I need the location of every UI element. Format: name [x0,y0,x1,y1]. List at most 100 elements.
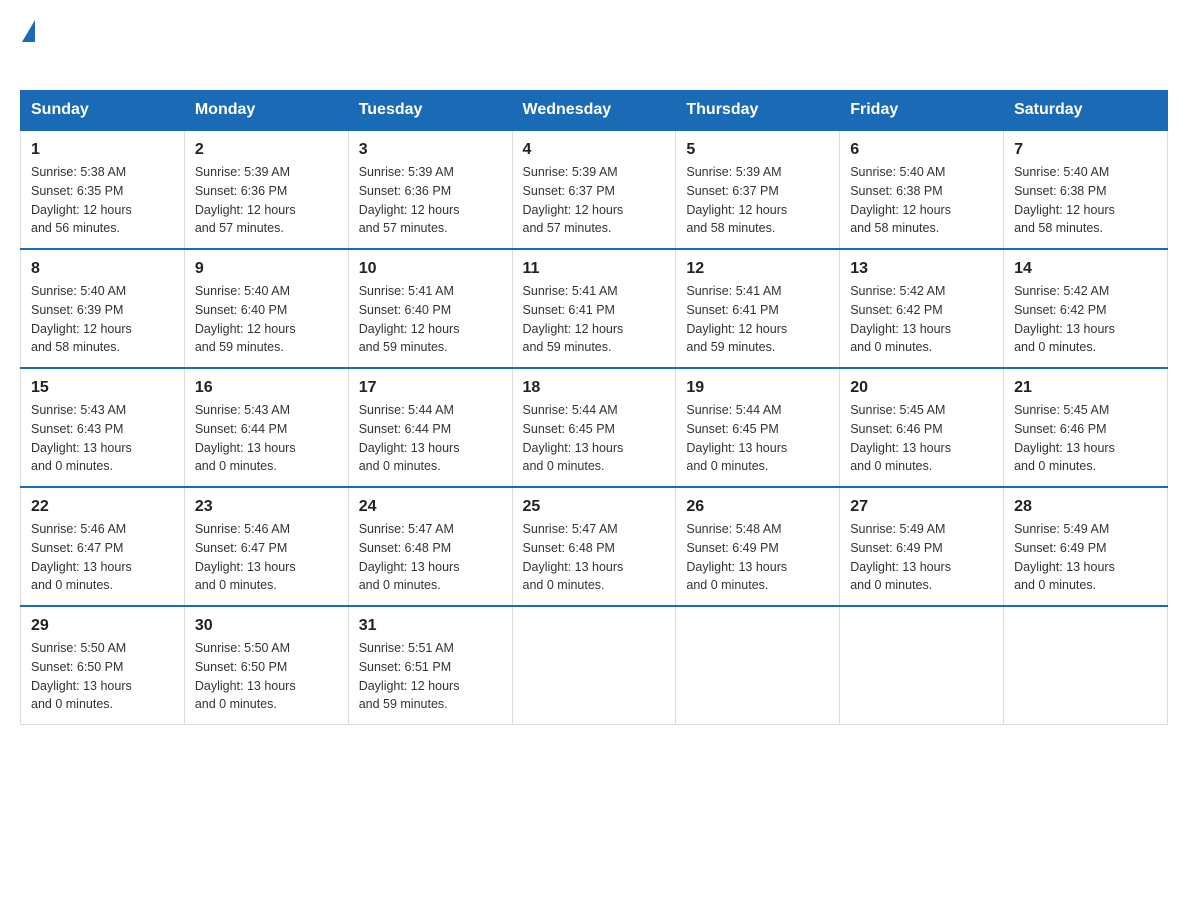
calendar-cell: 6 Sunrise: 5:40 AMSunset: 6:38 PMDaylight… [840,130,1004,249]
calendar-week-row: 15Sunrise: 5:43 AMSunset: 6:43 PMDayligh… [21,368,1168,487]
calendar-header-wednesday: Wednesday [512,91,676,131]
day-info: Sunrise: 5:38 AMSunset: 6:35 PMDaylight:… [31,163,174,238]
day-number: 19 [686,379,829,397]
day-info: Sunrise: 5:47 AMSunset: 6:48 PMDaylight:… [523,520,666,595]
day-info: Sunrise: 5:46 AMSunset: 6:47 PMDaylight:… [195,520,338,595]
day-info: Sunrise: 5:49 AMSunset: 6:49 PMDaylight:… [850,520,993,595]
calendar-cell: 21 Sunrise: 5:45 AMSunset: 6:46 PMDayligh… [1004,368,1168,487]
day-number: 14 [1014,260,1157,278]
calendar-cell: 2Sunrise: 5:39 AMSunset: 6:36 PMDaylight… [184,130,348,249]
day-info: Sunrise: 5:47 AMSunset: 6:48 PMDaylight:… [359,520,502,595]
day-number: 7 [1014,141,1157,159]
day-number: 30 [195,617,338,635]
day-number: 20 [850,379,993,397]
day-number: 8 [31,260,174,278]
day-info: Sunrise: 5:46 AMSunset: 6:47 PMDaylight:… [31,520,174,595]
calendar-header-sunday: Sunday [21,91,185,131]
day-number: 5 [686,141,829,159]
day-info: Sunrise: 5:45 AMSunset: 6:46 PMDaylight:… [1014,401,1157,476]
day-info: Sunrise: 5:44 AMSunset: 6:44 PMDaylight:… [359,401,502,476]
day-info: Sunrise: 5:48 AMSunset: 6:49 PMDaylight:… [686,520,829,595]
day-info: Sunrise: 5:44 AMSunset: 6:45 PMDaylight:… [686,401,829,476]
day-number: 3 [359,141,502,159]
day-info: Sunrise: 5:41 AMSunset: 6:41 PMDaylight:… [523,282,666,357]
calendar-header-saturday: Saturday [1004,91,1168,131]
calendar-cell: 3 Sunrise: 5:39 AMSunset: 6:36 PMDaylight… [348,130,512,249]
calendar-cell: 22 Sunrise: 5:46 AMSunset: 6:47 PMDayligh… [21,487,185,606]
calendar-cell: 28Sunrise: 5:49 AMSunset: 6:49 PMDayligh… [1004,487,1168,606]
calendar-cell [1004,606,1168,725]
calendar-cell: 16 Sunrise: 5:43 AMSunset: 6:44 PMDayligh… [184,368,348,487]
day-info: Sunrise: 5:42 AMSunset: 6:42 PMDaylight:… [850,282,993,357]
logo-triangle-icon [22,20,35,42]
calendar-cell: 12Sunrise: 5:41 AMSunset: 6:41 PMDayligh… [676,249,840,368]
logo [20,20,35,70]
day-info: Sunrise: 5:50 AMSunset: 6:50 PMDaylight:… [31,639,174,714]
calendar-cell: 29 Sunrise: 5:50 AMSunset: 6:50 PMDayligh… [21,606,185,725]
day-number: 29 [31,617,174,635]
calendar-cell: 31Sunrise: 5:51 AMSunset: 6:51 PMDayligh… [348,606,512,725]
day-info: Sunrise: 5:40 AMSunset: 6:38 PMDaylight:… [1014,163,1157,238]
day-number: 21 [1014,379,1157,397]
calendar-cell: 1Sunrise: 5:38 AMSunset: 6:35 PMDaylight… [21,130,185,249]
day-info: Sunrise: 5:39 AMSunset: 6:37 PMDaylight:… [686,163,829,238]
calendar-cell [840,606,1004,725]
day-number: 25 [523,498,666,516]
day-info: Sunrise: 5:41 AMSunset: 6:40 PMDaylight:… [359,282,502,357]
calendar-cell: 30 Sunrise: 5:50 AMSunset: 6:50 PMDayligh… [184,606,348,725]
day-info: Sunrise: 5:43 AMSunset: 6:44 PMDaylight:… [195,401,338,476]
page-header [20,20,1168,70]
calendar-header-thursday: Thursday [676,91,840,131]
calendar-cell: 13 Sunrise: 5:42 AMSunset: 6:42 PMDayligh… [840,249,1004,368]
calendar-cell: 26Sunrise: 5:48 AMSunset: 6:49 PMDayligh… [676,487,840,606]
day-number: 18 [523,379,666,397]
calendar-week-row: 1Sunrise: 5:38 AMSunset: 6:35 PMDaylight… [21,130,1168,249]
day-info: Sunrise: 5:40 AMSunset: 6:38 PMDaylight:… [850,163,993,238]
day-number: 12 [686,260,829,278]
day-info: Sunrise: 5:43 AMSunset: 6:43 PMDaylight:… [31,401,174,476]
day-info: Sunrise: 5:39 AMSunset: 6:36 PMDaylight:… [359,163,502,238]
calendar-week-row: 8Sunrise: 5:40 AMSunset: 6:39 PMDaylight… [21,249,1168,368]
day-info: Sunrise: 5:42 AMSunset: 6:42 PMDaylight:… [1014,282,1157,357]
calendar-cell: 17 Sunrise: 5:44 AMSunset: 6:44 PMDayligh… [348,368,512,487]
calendar-cell: 9 Sunrise: 5:40 AMSunset: 6:40 PMDaylight… [184,249,348,368]
calendar-cell: 24 Sunrise: 5:47 AMSunset: 6:48 PMDayligh… [348,487,512,606]
calendar-cell: 7 Sunrise: 5:40 AMSunset: 6:38 PMDaylight… [1004,130,1168,249]
calendar-header-tuesday: Tuesday [348,91,512,131]
day-number: 31 [359,617,502,635]
calendar-cell: 18 Sunrise: 5:44 AMSunset: 6:45 PMDayligh… [512,368,676,487]
day-info: Sunrise: 5:45 AMSunset: 6:46 PMDaylight:… [850,401,993,476]
day-number: 13 [850,260,993,278]
day-number: 24 [359,498,502,516]
day-number: 22 [31,498,174,516]
day-info: Sunrise: 5:44 AMSunset: 6:45 PMDaylight:… [523,401,666,476]
calendar-header-row: SundayMondayTuesdayWednesdayThursdayFrid… [21,91,1168,131]
day-info: Sunrise: 5:50 AMSunset: 6:50 PMDaylight:… [195,639,338,714]
calendar-cell: 5 Sunrise: 5:39 AMSunset: 6:37 PMDaylight… [676,130,840,249]
day-number: 4 [523,141,666,159]
calendar-cell: 11 Sunrise: 5:41 AMSunset: 6:41 PMDayligh… [512,249,676,368]
day-number: 17 [359,379,502,397]
day-number: 27 [850,498,993,516]
day-info: Sunrise: 5:40 AMSunset: 6:40 PMDaylight:… [195,282,338,357]
day-number: 16 [195,379,338,397]
calendar-header-monday: Monday [184,91,348,131]
calendar-cell: 25 Sunrise: 5:47 AMSunset: 6:48 PMDayligh… [512,487,676,606]
calendar-header-friday: Friday [840,91,1004,131]
calendar-week-row: 29 Sunrise: 5:50 AMSunset: 6:50 PMDayligh… [21,606,1168,725]
calendar-cell: 20 Sunrise: 5:45 AMSunset: 6:46 PMDayligh… [840,368,1004,487]
day-number: 6 [850,141,993,159]
calendar-cell: 4Sunrise: 5:39 AMSunset: 6:37 PMDaylight… [512,130,676,249]
calendar-cell: 10 Sunrise: 5:41 AMSunset: 6:40 PMDayligh… [348,249,512,368]
day-number: 2 [195,141,338,159]
calendar-cell: 14 Sunrise: 5:42 AMSunset: 6:42 PMDayligh… [1004,249,1168,368]
calendar-cell [676,606,840,725]
day-number: 11 [523,260,666,278]
calendar-cell: 27 Sunrise: 5:49 AMSunset: 6:49 PMDayligh… [840,487,1004,606]
day-number: 10 [359,260,502,278]
day-number: 9 [195,260,338,278]
calendar-cell: 8Sunrise: 5:40 AMSunset: 6:39 PMDaylight… [21,249,185,368]
calendar-cell: 23Sunrise: 5:46 AMSunset: 6:47 PMDayligh… [184,487,348,606]
calendar-week-row: 22 Sunrise: 5:46 AMSunset: 6:47 PMDayligh… [21,487,1168,606]
calendar-cell [512,606,676,725]
